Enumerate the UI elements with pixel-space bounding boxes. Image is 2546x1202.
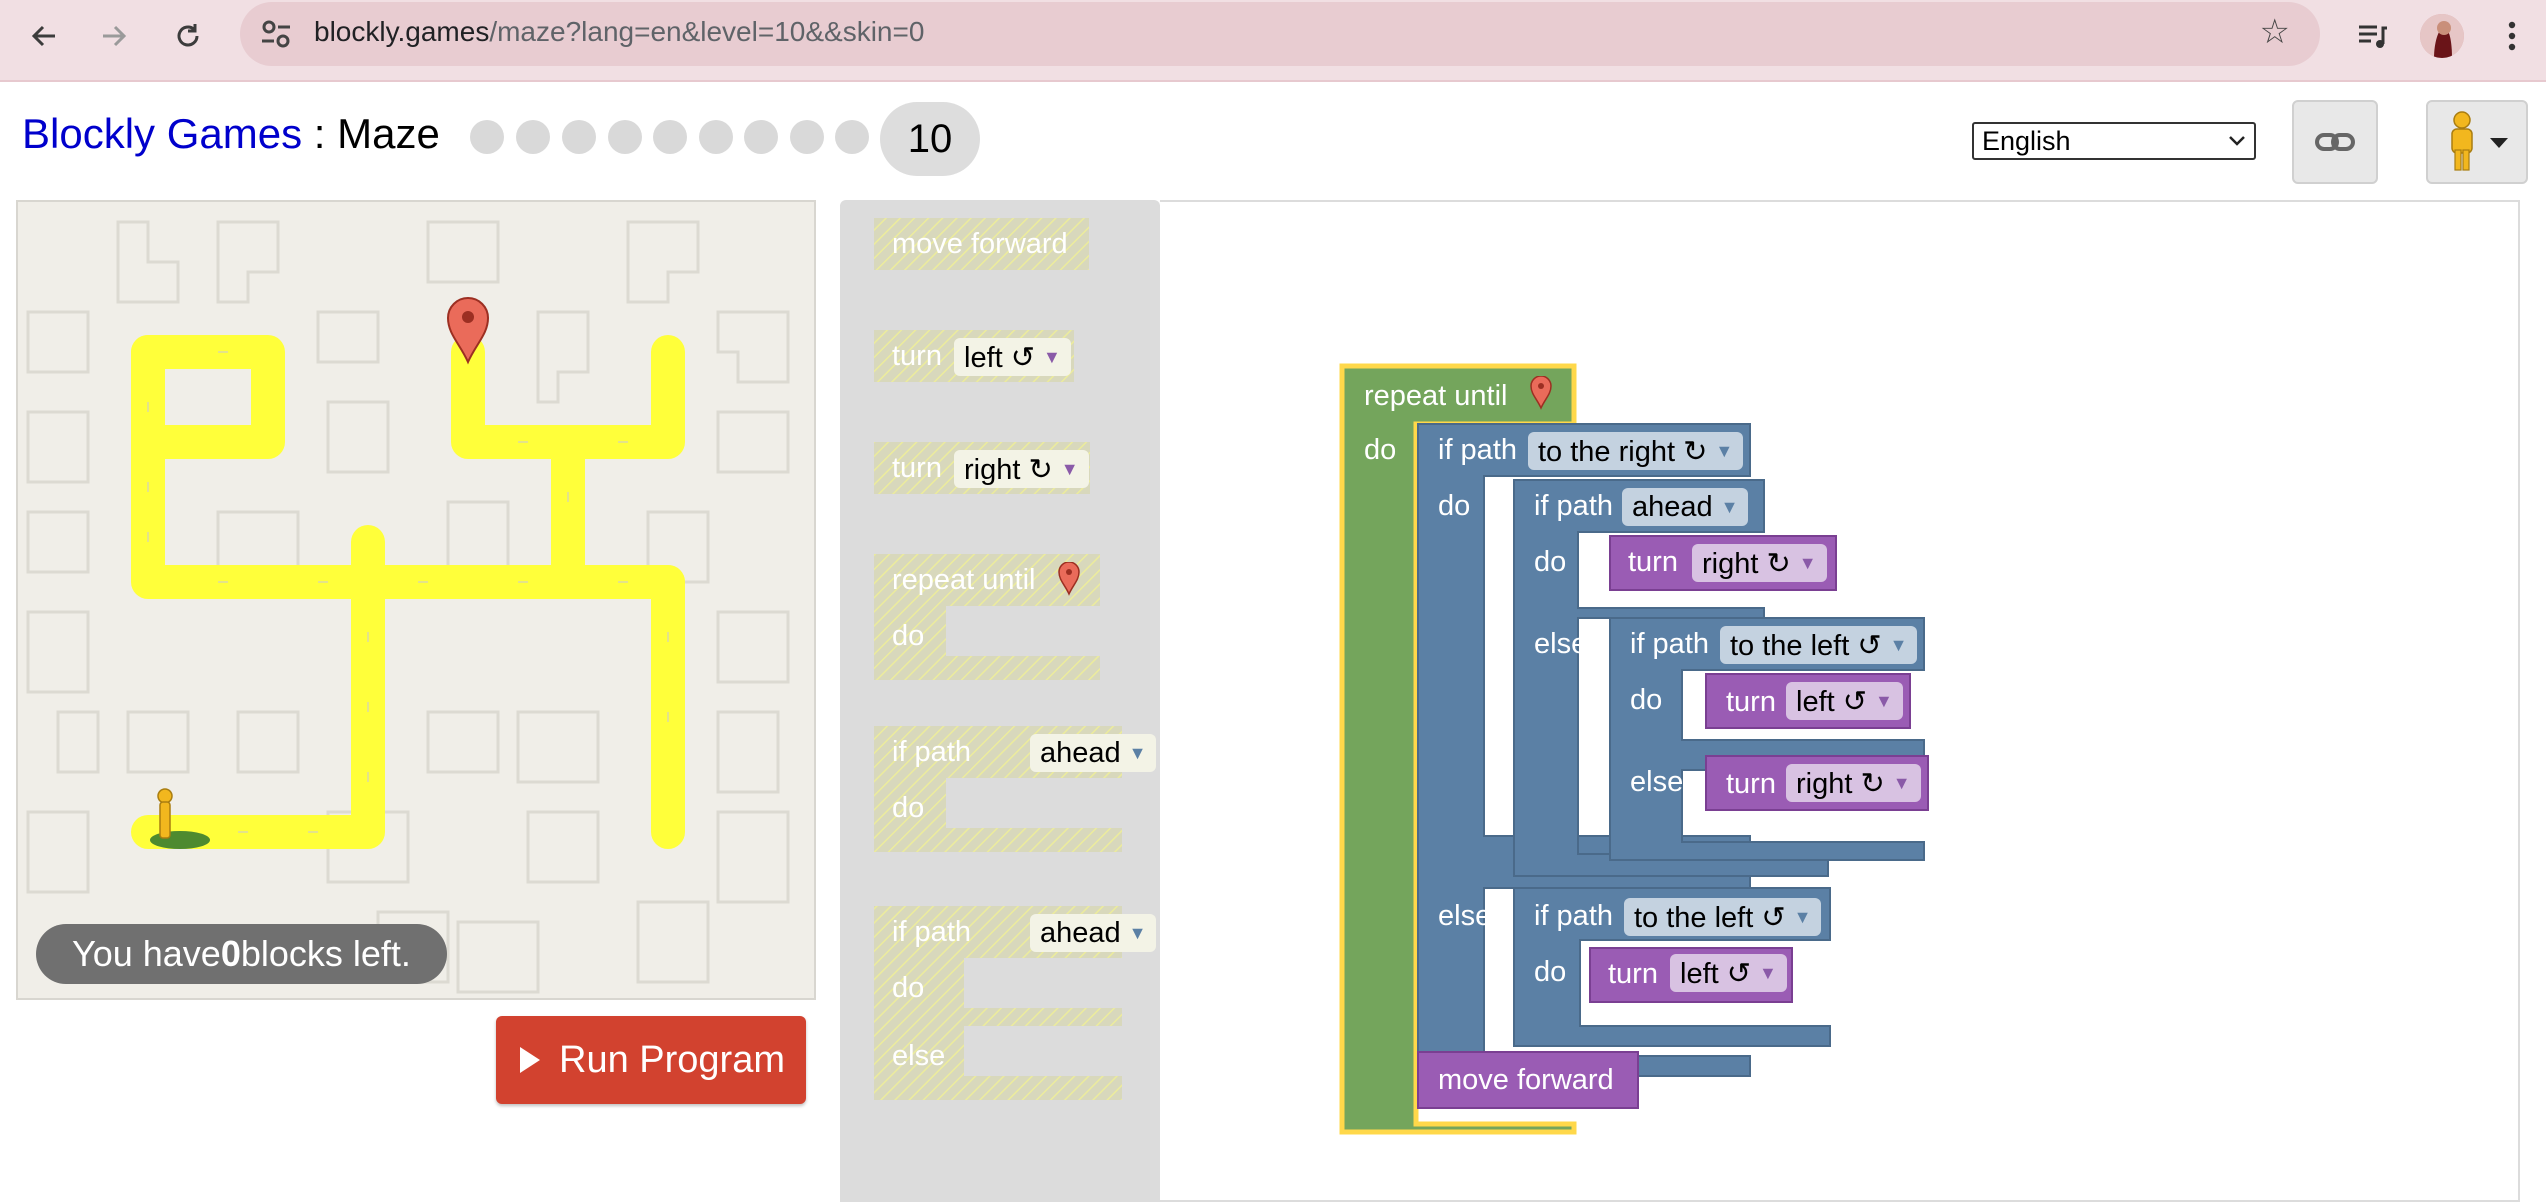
turn-right-dropdown-1[interactable]: right ↻ ▼: [1692, 544, 1827, 582]
site-settings-icon[interactable]: [258, 16, 294, 52]
forward-arrow-icon: [103, 25, 127, 47]
play-icon: [520, 1047, 540, 1073]
toolbox-repeat-until-label[interactable]: repeat until: [892, 564, 1036, 597]
maze-canvas: [16, 200, 816, 1000]
page-title: Blockly Games : Maze: [22, 110, 440, 158]
level-dot-7[interactable]: [744, 120, 778, 154]
path-to-the-left-dropdown-2[interactable]: to the left ↺ ▼: [1624, 898, 1822, 936]
else-label-1: else: [1534, 628, 1588, 660]
toolbox-ifelse-else-label: else: [892, 1040, 946, 1072]
if-path-label-1[interactable]: if path: [1438, 434, 1517, 467]
do-label-3: do: [1630, 684, 1663, 716]
browser-toolbar: blockly.games/maze?lang=en&level=10&&ski…: [0, 0, 2546, 82]
language-select-value: English: [1982, 125, 2071, 156]
level-dot-4[interactable]: [608, 120, 642, 154]
pegman-icon: [2451, 111, 2508, 171]
toolbox-if-do-label: do: [892, 792, 925, 824]
toolbox-if-path-label[interactable]: if path: [892, 736, 971, 769]
toolbox-turn-left-dropdown[interactable]: left ↺ ▼: [954, 338, 1071, 376]
maze-drawing: [26, 220, 790, 994]
link-icon: [2315, 133, 2355, 151]
pegman-skin-button[interactable]: [2426, 100, 2528, 184]
link-button[interactable]: [2292, 100, 2378, 184]
if-path-label-3[interactable]: if path: [1630, 628, 1709, 661]
reload-button[interactable]: [166, 14, 210, 58]
address-bar[interactable]: blockly.games/maze?lang=en&level=10&&ski…: [240, 2, 2320, 66]
toolbox-ahead-dropdown[interactable]: ahead ▼: [1030, 734, 1157, 772]
repeat-until-label[interactable]: repeat until: [1364, 380, 1508, 413]
turn-label-4[interactable]: turn: [1608, 958, 1658, 991]
language-select[interactable]: English: [1972, 122, 2256, 160]
reload-icon: [177, 24, 199, 47]
marker-icon: [1058, 562, 1080, 596]
else-label-2: else: [1630, 766, 1684, 798]
toolbox-ifelse-do-label: do: [892, 972, 925, 1004]
move-forward-label[interactable]: move forward: [1438, 1064, 1614, 1097]
browser-menu-icon[interactable]: [2490, 14, 2534, 58]
level-dot-8[interactable]: [790, 120, 824, 154]
turn-label-3[interactable]: turn: [1726, 768, 1776, 801]
toolbox-ifelse-ahead-dropdown[interactable]: ahead ▼: [1030, 914, 1157, 952]
forward-button[interactable]: [92, 14, 136, 58]
level-dot-5[interactable]: [653, 120, 687, 154]
path-to-the-left-dropdown-1[interactable]: to the left ↺ ▼: [1720, 626, 1918, 664]
path-ahead-dropdown[interactable]: ahead ▼: [1622, 488, 1749, 526]
level-dot-1[interactable]: [470, 120, 504, 154]
path-to-the-right-dropdown[interactable]: to the right ↻ ▼: [1528, 432, 1744, 470]
turn-right-dropdown-2[interactable]: right ↻ ▼: [1786, 764, 1921, 802]
back-arrow-icon: [31, 25, 55, 47]
level-dot-3[interactable]: [562, 120, 596, 154]
current-level-badge[interactable]: 10: [880, 102, 980, 176]
turn-label-1[interactable]: turn: [1628, 546, 1678, 579]
toolbox-do-label: do: [892, 620, 925, 652]
do-label-1: do: [1438, 490, 1471, 522]
chevron-down-icon: [2229, 136, 2245, 146]
level-dot-2[interactable]: [516, 120, 550, 154]
turn-left-dropdown-1[interactable]: left ↺ ▼: [1786, 682, 1903, 720]
run-program-button[interactable]: Run Program: [496, 1016, 806, 1104]
url-text: blockly.games/maze?lang=en&level=10&&ski…: [314, 16, 925, 47]
finish-marker-icon: [1530, 376, 1552, 410]
toolbox-turn-label-2[interactable]: turn: [892, 452, 942, 485]
game-name: Maze: [337, 110, 440, 157]
bookmark-star-icon[interactable]: ☆: [2260, 12, 2290, 52]
toolbox-move-forward-label[interactable]: move forward: [892, 228, 1068, 261]
level-dot-6[interactable]: [699, 120, 733, 154]
maze-path: [131, 335, 685, 849]
run-program-label: Run Program: [559, 1038, 785, 1081]
blocks-left-count: 0: [220, 933, 241, 974]
level-dot-9[interactable]: [835, 120, 869, 154]
turn-label-2[interactable]: turn: [1726, 686, 1776, 719]
toolbox-turn-right-dropdown[interactable]: right ↻ ▼: [954, 450, 1089, 488]
repeat-do-label: do: [1364, 434, 1397, 466]
do-label-2: do: [1534, 546, 1567, 578]
media-control-icon[interactable]: [2350, 14, 2394, 58]
toolbox-turn-label[interactable]: turn: [892, 340, 942, 373]
blocks-left-badge: You have 0 blocks left.: [36, 924, 447, 984]
if-path-label-2[interactable]: if path: [1534, 490, 1613, 523]
turn-left-dropdown-2[interactable]: left ↺ ▼: [1670, 954, 1787, 992]
if-path-label-4[interactable]: if path: [1534, 900, 1613, 933]
else-label-3: else: [1438, 900, 1492, 932]
profile-avatar[interactable]: [2420, 14, 2464, 58]
title-separator: :: [302, 110, 338, 157]
do-label-4: do: [1534, 956, 1567, 988]
toolbox-ifelse-path-label[interactable]: if path: [892, 916, 971, 949]
blockly-games-link[interactable]: Blockly Games: [22, 110, 302, 157]
back-button[interactable]: [22, 14, 66, 58]
